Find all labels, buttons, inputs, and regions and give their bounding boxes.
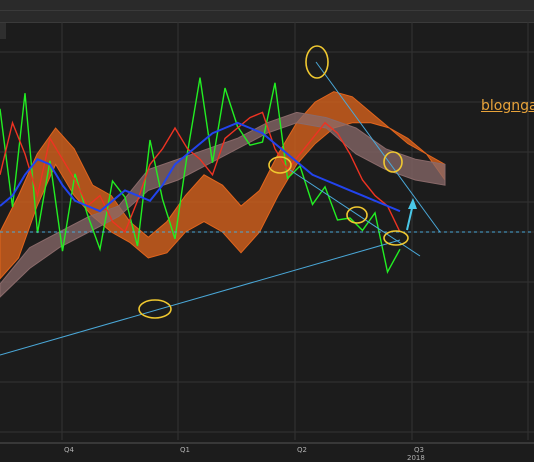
trendline-rising — [0, 239, 401, 356]
x-tick-label: Q3 — [414, 446, 424, 454]
chart-canvas: Q4 Q1 Q2 Q32018 — [0, 22, 534, 462]
cloud-orange — [0, 91, 446, 280]
up-arrow-head — [408, 198, 417, 209]
x-axis: Q4 Q1 Q2 Q32018 — [0, 442, 534, 462]
highlight-circle — [346, 206, 368, 224]
trendline-falling — [315, 61, 441, 233]
year-label: 2018 — [407, 454, 425, 462]
trendline-lower — [289, 169, 421, 257]
x-tick-label: Q4 — [64, 446, 75, 454]
ichimoku-clouds — [0, 91, 446, 298]
highlight-circle — [138, 299, 172, 319]
highlight-circle — [305, 45, 329, 79]
watermark: blognga — [481, 98, 534, 114]
highlight-circle — [383, 230, 409, 246]
x-tick-label: Q2 — [297, 446, 307, 454]
x-tick-label: Q1 — [180, 446, 190, 454]
